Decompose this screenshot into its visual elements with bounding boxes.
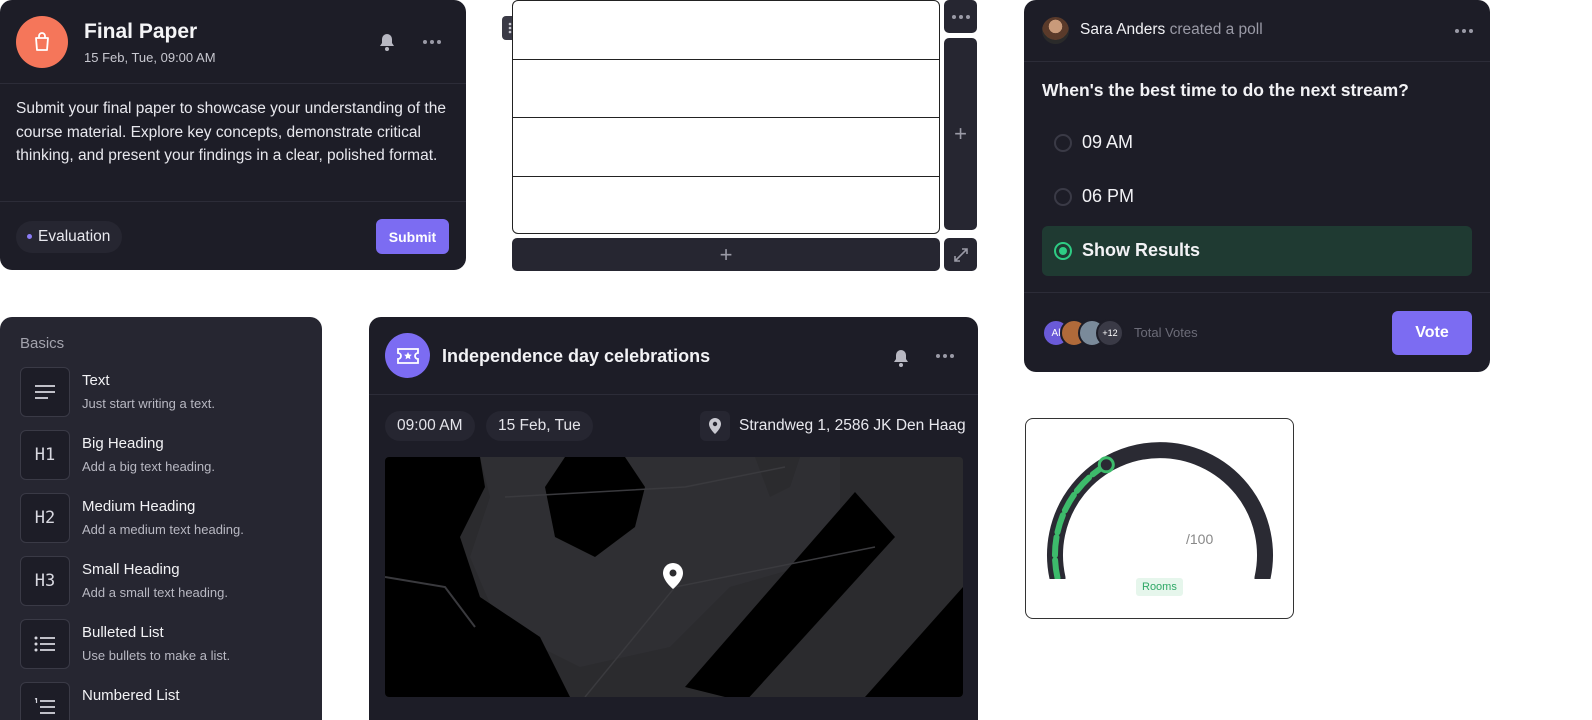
h1-icon: H1 bbox=[20, 430, 70, 480]
poll-question: When's the best time to do the next stre… bbox=[1042, 80, 1409, 100]
block-item-small-heading[interactable]: H3 Small Heading Add a small text headin… bbox=[20, 556, 310, 606]
event-header: Independence day celebrations bbox=[369, 317, 978, 395]
block-item-big-heading[interactable]: H1 Big Heading Add a big text heading. bbox=[20, 430, 310, 480]
poll-author: Sara Anders bbox=[1080, 21, 1166, 38]
ticket-icon bbox=[385, 333, 430, 378]
block-item-desc: Use bullets to make a list. bbox=[82, 648, 231, 663]
voter-avatars: Al +12 bbox=[1042, 319, 1124, 347]
block-item-desc: Just start writing a text. bbox=[82, 396, 215, 411]
radio-icon[interactable] bbox=[1054, 134, 1072, 152]
poll-action: created a poll bbox=[1169, 21, 1263, 38]
block-item-title: Small Heading bbox=[82, 561, 180, 578]
poll-option-label: Show Results bbox=[1082, 240, 1201, 260]
add-column-button[interactable]: + bbox=[944, 38, 977, 230]
poll-card: Sara Anders created a poll When's the be… bbox=[1024, 0, 1490, 372]
gauge-label: Rooms bbox=[1136, 578, 1183, 596]
block-item-desc: Add a big text heading. bbox=[82, 459, 215, 474]
block-item-title: Medium Heading bbox=[82, 498, 196, 515]
event-date-chip: 15 Feb, Tue bbox=[486, 411, 593, 441]
section-label: Basics bbox=[20, 335, 65, 352]
location-pin-icon bbox=[700, 411, 730, 441]
bell-icon[interactable] bbox=[378, 32, 396, 57]
gauge-arc bbox=[1047, 442, 1273, 586]
shopping-bag-icon bbox=[16, 16, 68, 68]
bell-icon[interactable] bbox=[892, 348, 910, 373]
block-item-bulleted-list[interactable]: Bulleted List Use bullets to make a list… bbox=[20, 619, 310, 669]
block-item-title: Numbered List bbox=[82, 687, 180, 704]
numbered-list-icon bbox=[20, 682, 70, 720]
lines-icon bbox=[20, 367, 70, 417]
table-row[interactable] bbox=[513, 60, 939, 118]
final-paper-card: Final Paper 15 Feb, Tue, 09:00 AM Submit… bbox=[0, 0, 466, 270]
bulleted-list-icon bbox=[20, 619, 70, 669]
more-options-icon[interactable] bbox=[420, 36, 444, 48]
extra-voters-badge: +12 bbox=[1096, 319, 1124, 347]
block-item-title: Bulleted List bbox=[82, 624, 164, 641]
more-options-icon[interactable] bbox=[933, 350, 957, 362]
event-card: Independence day celebrations 09:00 AM 1… bbox=[369, 317, 978, 720]
evaluation-tag: Evaluation bbox=[16, 221, 123, 253]
basics-block-menu: Basics Text Just start writing a text. H… bbox=[0, 317, 322, 720]
gauge-suffix: /100 bbox=[1186, 531, 1214, 547]
submit-button[interactable]: Submit bbox=[376, 219, 449, 254]
avatar bbox=[1042, 17, 1069, 44]
table-row[interactable] bbox=[513, 1, 939, 60]
poll-option-selected[interactable]: Show Results bbox=[1042, 226, 1472, 276]
event-time-chip: 09:00 AM bbox=[385, 411, 475, 441]
table-more-icon[interactable] bbox=[944, 0, 977, 33]
paper-title: Final Paper bbox=[84, 20, 198, 43]
h2-icon: H2 bbox=[20, 493, 70, 543]
poll-header: Sara Anders created a poll bbox=[1024, 0, 1490, 62]
poll-footer: Al +12 Total Votes Vote bbox=[1024, 292, 1490, 372]
paper-date: 15 Feb, Tue, 09:00 AM bbox=[84, 50, 216, 65]
event-address: Strandweg 1, 2586 JK Den Haag bbox=[739, 417, 966, 434]
radio-checked-icon[interactable] bbox=[1054, 242, 1072, 260]
block-item-text[interactable]: Text Just start writing a text. bbox=[20, 367, 310, 417]
paper-card-header: Final Paper 15 Feb, Tue, 09:00 AM bbox=[0, 0, 466, 84]
rooms-gauge: /100 Rooms bbox=[1025, 418, 1294, 619]
paper-description: Submit your final paper to showcase your… bbox=[16, 100, 446, 164]
poll-option[interactable]: 06 PM bbox=[1042, 172, 1472, 222]
poll-option-label: 09 AM bbox=[1082, 132, 1134, 152]
radio-icon[interactable] bbox=[1054, 188, 1072, 206]
poll-option[interactable]: 09 AM bbox=[1042, 118, 1472, 168]
more-options-icon[interactable] bbox=[1452, 25, 1476, 37]
expand-icon[interactable] bbox=[944, 238, 977, 271]
event-map[interactable] bbox=[385, 457, 963, 697]
poll-option-label: 06 PM bbox=[1082, 186, 1135, 206]
total-votes-label: Total Votes bbox=[1134, 325, 1198, 340]
table-row[interactable] bbox=[513, 118, 939, 177]
block-item-desc: Add a small text heading. bbox=[82, 585, 228, 600]
block-item-title: Text bbox=[82, 372, 110, 389]
table-row[interactable] bbox=[513, 177, 939, 234]
vote-button[interactable]: Vote bbox=[1392, 311, 1472, 355]
block-item-title: Big Heading bbox=[82, 435, 164, 452]
event-title: Independence day celebrations bbox=[442, 346, 711, 366]
add-row-button[interactable]: + bbox=[512, 238, 940, 271]
block-item-numbered-list[interactable]: Numbered List bbox=[20, 682, 310, 720]
block-item-desc: Add a medium text heading. bbox=[82, 522, 244, 537]
h3-icon: H3 bbox=[20, 556, 70, 606]
table-grid[interactable] bbox=[512, 0, 940, 234]
paper-card-footer: Evaluation Submit bbox=[0, 201, 466, 270]
poll-author-line: Sara Anders created a poll bbox=[1080, 21, 1263, 39]
block-item-medium-heading[interactable]: H2 Medium Heading Add a medium text head… bbox=[20, 493, 310, 543]
